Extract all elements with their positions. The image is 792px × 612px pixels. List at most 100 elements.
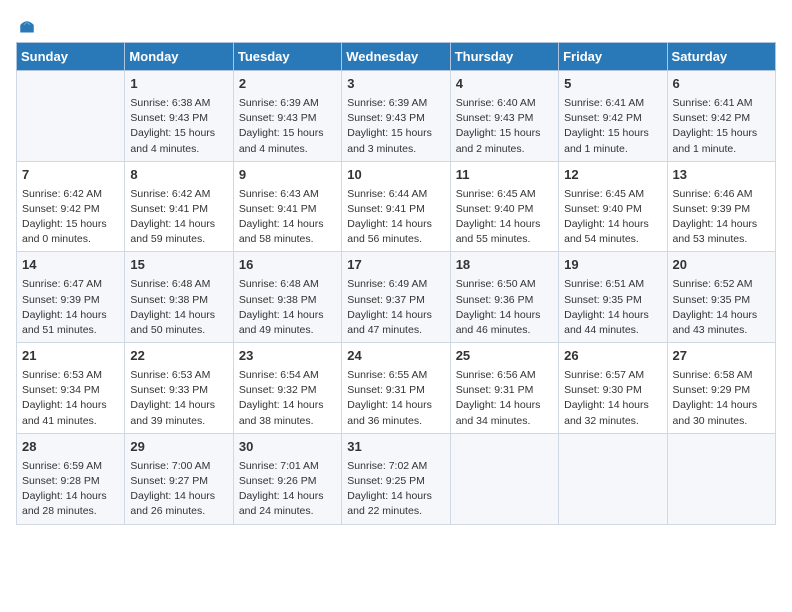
calendar-cell: 10Sunrise: 6:44 AM Sunset: 9:41 PM Dayli… bbox=[342, 161, 450, 252]
day-info: Sunrise: 6:54 AM Sunset: 9:32 PM Dayligh… bbox=[239, 368, 336, 429]
day-info: Sunrise: 6:41 AM Sunset: 9:42 PM Dayligh… bbox=[564, 96, 661, 157]
calendar-cell bbox=[667, 433, 775, 524]
day-number: 22 bbox=[130, 347, 227, 366]
day-number: 15 bbox=[130, 256, 227, 275]
day-number: 28 bbox=[22, 438, 119, 457]
day-info: Sunrise: 6:55 AM Sunset: 9:31 PM Dayligh… bbox=[347, 368, 444, 429]
day-header-saturday: Saturday bbox=[667, 43, 775, 71]
calendar-cell: 6 Sunrise: 6:41 AM Sunset: 9:42 PM Daylig… bbox=[667, 71, 775, 162]
day-info: Sunrise: 6:47 AM Sunset: 9:39 PM Dayligh… bbox=[22, 277, 119, 338]
calendar-cell: 9 Sunrise: 6:43 AM Sunset: 9:41 PM Daylig… bbox=[233, 161, 341, 252]
day-info: Sunrise: 6:43 AM Sunset: 9:41 PM Dayligh… bbox=[239, 187, 336, 248]
calendar-cell: 27 Sunrise: 6:58 AM Sunset: 9:29 PM Dayli… bbox=[667, 343, 775, 434]
day-number: 27 bbox=[673, 347, 770, 366]
calendar-cell: 11 Sunrise: 6:45 AM Sunset: 9:40 PM Dayli… bbox=[450, 161, 558, 252]
day-number: 2 bbox=[239, 75, 336, 94]
calendar-cell: 31 Sunrise: 7:02 AM Sunset: 9:25 PM Dayli… bbox=[342, 433, 450, 524]
calendar-cell: 4 Sunrise: 6:40 AM Sunset: 9:43 PM Daylig… bbox=[450, 71, 558, 162]
day-header-sunday: Sunday bbox=[17, 43, 125, 71]
day-number: 25 bbox=[456, 347, 553, 366]
day-number: 18 bbox=[456, 256, 553, 275]
calendar-cell: 18 Sunrise: 6:50 AM Sunset: 9:36 PM Dayli… bbox=[450, 252, 558, 343]
day-header-friday: Friday bbox=[559, 43, 667, 71]
day-info: Sunrise: 6:40 AM Sunset: 9:43 PM Dayligh… bbox=[456, 96, 553, 157]
day-header-tuesday: Tuesday bbox=[233, 43, 341, 71]
day-number: 9 bbox=[239, 166, 336, 185]
day-info: Sunrise: 6:51 AM Sunset: 9:35 PM Dayligh… bbox=[564, 277, 661, 338]
day-number: 26 bbox=[564, 347, 661, 366]
calendar-cell: 2 Sunrise: 6:39 AM Sunset: 9:43 PM Daylig… bbox=[233, 71, 341, 162]
day-number: 23 bbox=[239, 347, 336, 366]
calendar-cell: 12 Sunrise: 6:45 AM Sunset: 9:40 PM Dayli… bbox=[559, 161, 667, 252]
calendar-cell: 29 Sunrise: 7:00 AM Sunset: 9:27 PM Dayli… bbox=[125, 433, 233, 524]
day-info: Sunrise: 7:00 AM Sunset: 9:27 PM Dayligh… bbox=[130, 459, 227, 520]
day-number: 21 bbox=[22, 347, 119, 366]
day-number: 4 bbox=[456, 75, 553, 94]
day-number: 5 bbox=[564, 75, 661, 94]
day-info: Sunrise: 6:39 AM Sunset: 9:43 PM Dayligh… bbox=[239, 96, 336, 157]
day-number: 19 bbox=[564, 256, 661, 275]
day-number: 17 bbox=[347, 256, 444, 275]
day-info: Sunrise: 6:57 AM Sunset: 9:30 PM Dayligh… bbox=[564, 368, 661, 429]
calendar-cell: 19 Sunrise: 6:51 AM Sunset: 9:35 PM Dayli… bbox=[559, 252, 667, 343]
calendar-cell: 16 Sunrise: 6:48 AM Sunset: 9:38 PM Dayli… bbox=[233, 252, 341, 343]
day-number: 30 bbox=[239, 438, 336, 457]
calendar-cell: 26 Sunrise: 6:57 AM Sunset: 9:30 PM Dayli… bbox=[559, 343, 667, 434]
calendar-table: SundayMondayTuesdayWednesdayThursdayFrid… bbox=[16, 42, 776, 525]
day-header-wednesday: Wednesday bbox=[342, 43, 450, 71]
calendar-cell: 17Sunrise: 6:49 AM Sunset: 9:37 PM Dayli… bbox=[342, 252, 450, 343]
day-info: Sunrise: 6:50 AM Sunset: 9:36 PM Dayligh… bbox=[456, 277, 553, 338]
calendar-cell bbox=[559, 433, 667, 524]
day-header-monday: Monday bbox=[125, 43, 233, 71]
day-number: 6 bbox=[673, 75, 770, 94]
day-number: 31 bbox=[347, 438, 444, 457]
day-number: 24 bbox=[347, 347, 444, 366]
day-info: Sunrise: 6:59 AM Sunset: 9:28 PM Dayligh… bbox=[22, 459, 119, 520]
day-info: Sunrise: 6:48 AM Sunset: 9:38 PM Dayligh… bbox=[130, 277, 227, 338]
day-number: 8 bbox=[130, 166, 227, 185]
day-number: 3 bbox=[347, 75, 444, 94]
calendar-cell: 5 Sunrise: 6:41 AM Sunset: 9:42 PM Daylig… bbox=[559, 71, 667, 162]
day-info: Sunrise: 6:45 AM Sunset: 9:40 PM Dayligh… bbox=[564, 187, 661, 248]
day-info: Sunrise: 6:56 AM Sunset: 9:31 PM Dayligh… bbox=[456, 368, 553, 429]
calendar-cell: 20Sunrise: 6:52 AM Sunset: 9:35 PM Dayli… bbox=[667, 252, 775, 343]
page-header bbox=[16, 16, 776, 34]
day-info: Sunrise: 6:53 AM Sunset: 9:34 PM Dayligh… bbox=[22, 368, 119, 429]
week-row-1: 1Sunrise: 6:38 AM Sunset: 9:43 PM Daylig… bbox=[17, 71, 776, 162]
logo-icon bbox=[18, 16, 36, 34]
day-info: Sunrise: 6:48 AM Sunset: 9:38 PM Dayligh… bbox=[239, 277, 336, 338]
day-info: Sunrise: 6:42 AM Sunset: 9:42 PM Dayligh… bbox=[22, 187, 119, 248]
calendar-cell: 30Sunrise: 7:01 AM Sunset: 9:26 PM Dayli… bbox=[233, 433, 341, 524]
day-info: Sunrise: 6:58 AM Sunset: 9:29 PM Dayligh… bbox=[673, 368, 770, 429]
calendar-cell: 8 Sunrise: 6:42 AM Sunset: 9:41 PM Daylig… bbox=[125, 161, 233, 252]
day-number: 29 bbox=[130, 438, 227, 457]
day-number: 12 bbox=[564, 166, 661, 185]
day-info: Sunrise: 6:46 AM Sunset: 9:39 PM Dayligh… bbox=[673, 187, 770, 248]
day-info: Sunrise: 6:45 AM Sunset: 9:40 PM Dayligh… bbox=[456, 187, 553, 248]
day-number: 14 bbox=[22, 256, 119, 275]
day-number: 13 bbox=[673, 166, 770, 185]
calendar-cell bbox=[17, 71, 125, 162]
day-info: Sunrise: 6:53 AM Sunset: 9:33 PM Dayligh… bbox=[130, 368, 227, 429]
week-row-2: 7 Sunrise: 6:42 AM Sunset: 9:42 PM Daylig… bbox=[17, 161, 776, 252]
calendar-cell: 24 Sunrise: 6:55 AM Sunset: 9:31 PM Dayli… bbox=[342, 343, 450, 434]
day-info: Sunrise: 7:02 AM Sunset: 9:25 PM Dayligh… bbox=[347, 459, 444, 520]
calendar-cell: 28 Sunrise: 6:59 AM Sunset: 9:28 PM Dayli… bbox=[17, 433, 125, 524]
day-info: Sunrise: 6:41 AM Sunset: 9:42 PM Dayligh… bbox=[673, 96, 770, 157]
day-info: Sunrise: 6:52 AM Sunset: 9:35 PM Dayligh… bbox=[673, 277, 770, 338]
calendar-cell: 25 Sunrise: 6:56 AM Sunset: 9:31 PM Dayli… bbox=[450, 343, 558, 434]
day-number: 7 bbox=[22, 166, 119, 185]
week-row-5: 28 Sunrise: 6:59 AM Sunset: 9:28 PM Dayli… bbox=[17, 433, 776, 524]
logo bbox=[16, 16, 36, 34]
calendar-cell: 15 Sunrise: 6:48 AM Sunset: 9:38 PM Dayli… bbox=[125, 252, 233, 343]
days-header-row: SundayMondayTuesdayWednesdayThursdayFrid… bbox=[17, 43, 776, 71]
day-number: 11 bbox=[456, 166, 553, 185]
calendar-cell: 14 Sunrise: 6:47 AM Sunset: 9:39 PM Dayli… bbox=[17, 252, 125, 343]
calendar-cell: 3Sunrise: 6:39 AM Sunset: 9:43 PM Daylig… bbox=[342, 71, 450, 162]
calendar-cell: 22 Sunrise: 6:53 AM Sunset: 9:33 PM Dayli… bbox=[125, 343, 233, 434]
week-row-4: 21 Sunrise: 6:53 AM Sunset: 9:34 PM Dayli… bbox=[17, 343, 776, 434]
day-info: Sunrise: 6:42 AM Sunset: 9:41 PM Dayligh… bbox=[130, 187, 227, 248]
calendar-cell: 23 Sunrise: 6:54 AM Sunset: 9:32 PM Dayli… bbox=[233, 343, 341, 434]
day-header-thursday: Thursday bbox=[450, 43, 558, 71]
day-number: 16 bbox=[239, 256, 336, 275]
